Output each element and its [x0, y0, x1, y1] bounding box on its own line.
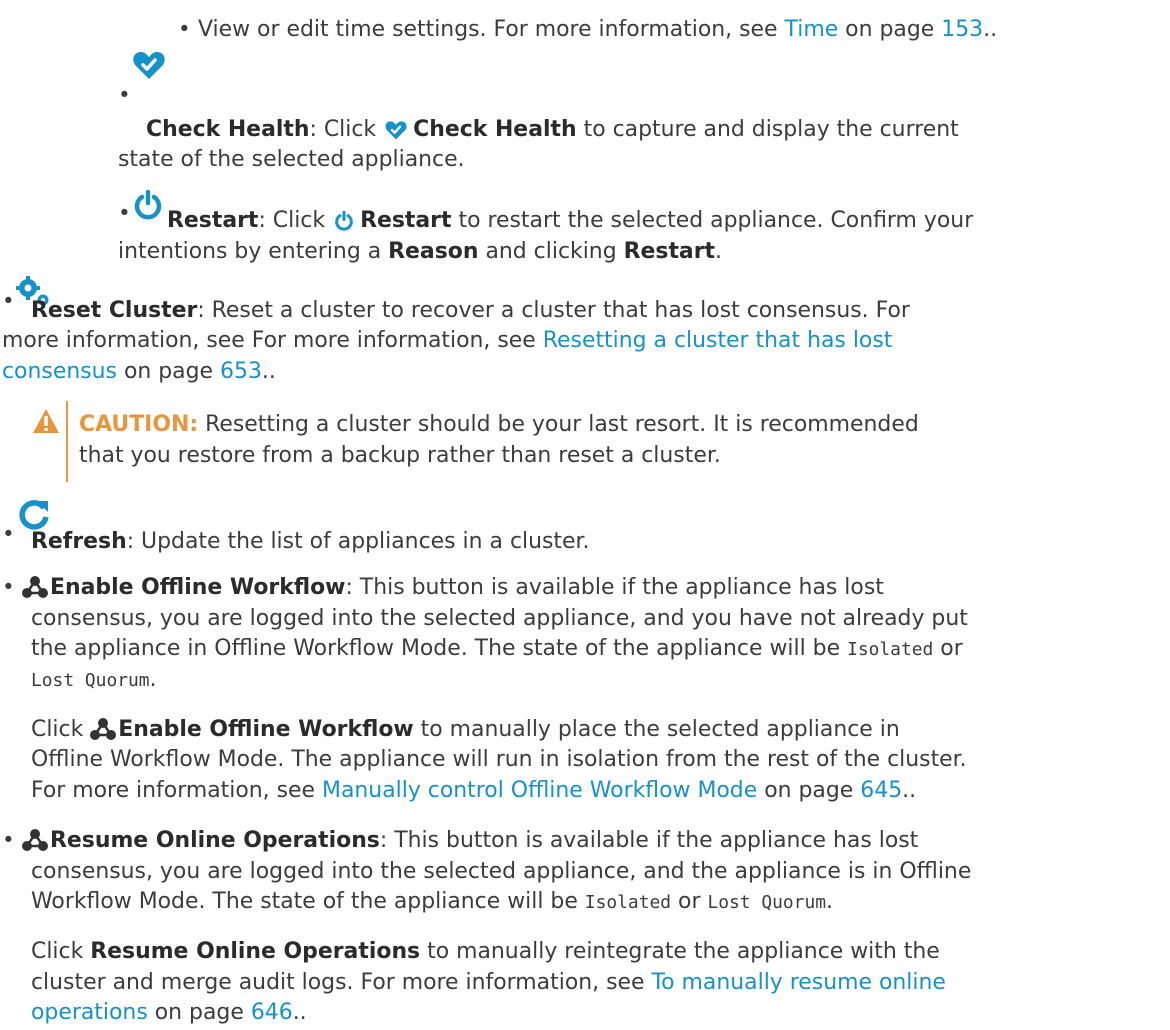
restart-text-2: intentions by entering a Reason and clic… — [118, 238, 723, 264]
check-health-text-2: state of the selected appliance. — [118, 147, 465, 173]
bullet-dot: • — [2, 575, 15, 601]
caution-text-2: that you restore from a backup rather th… — [79, 442, 721, 468]
reset-cluster-title: Reset Cluster — [31, 297, 198, 323]
heart-icon — [133, 52, 165, 80]
enable-offline-text-3: the appliance in Offline Workflow Mode. … — [31, 636, 963, 662]
caution-text-1: CAUTION: Resetting a cluster should be y… — [79, 412, 919, 438]
manual-offline-link[interactable]: Manually control Offline Workflow Mode — [322, 778, 757, 803]
enable-offline-title: Enable Offline Workflow — [50, 575, 346, 601]
power-icon — [134, 189, 162, 220]
refresh-text: Refresh: Update the list of appliances i… — [31, 528, 590, 554]
bullet-dot: • — [118, 201, 131, 226]
resume-online-text-1: Resume Online Operations: This button is… — [22, 824, 918, 858]
warning-icon — [33, 408, 59, 433]
time-page-link[interactable]: 153 — [941, 17, 983, 42]
heart-icon — [385, 121, 407, 140]
resume-online-link-cont[interactable]: operations — [31, 1000, 148, 1025]
caution-label: CAUTION: — [79, 412, 199, 438]
refresh-title: Refresh — [31, 528, 127, 554]
reset-cluster-text-3: consensus on page 653.. — [2, 358, 276, 384]
resume-online-text-2: consensus, you are logged into the selec… — [31, 858, 972, 884]
enable-offline-text-1: Enable Offline Workflow: This button is … — [22, 571, 884, 605]
reset-cluster-text-1: Reset Cluster: Reset a cluster to recove… — [31, 297, 910, 323]
check-health-text-1: Check Health: Click Check Health to capt… — [146, 116, 959, 142]
resume-online-p2-3: operations on page 646.. — [31, 1000, 307, 1025]
check-health-title: Check Health — [146, 116, 310, 142]
enable-offline-p2-1: Click Enable Offline Workflow to manuall… — [31, 716, 900, 742]
enable-offline-p2-3: For more information, see Manually contr… — [31, 777, 917, 803]
resume-online-p2-1: Click Resume Online Operations to manual… — [31, 939, 940, 965]
resetting-cluster-link-cont[interactable]: consensus — [2, 359, 117, 384]
bullet-dot: • — [118, 82, 131, 108]
resetting-cluster-link[interactable]: Resetting a cluster that has lost — [543, 328, 893, 353]
enable-offline-text-4: Lost Quorum. — [31, 666, 157, 692]
resume-online-link[interactable]: To manually resume online — [651, 970, 945, 995]
time-line: View or edit time settings. For more inf… — [198, 17, 998, 43]
resume-online-title: Resume Online Operations — [50, 828, 380, 853]
nodes-outline-icon — [22, 829, 48, 851]
enable-offline-text-2: consensus, you are logged into the selec… — [31, 605, 968, 631]
restart-title: Restart — [167, 208, 259, 234]
reset-cluster-page-link[interactable]: 653 — [220, 359, 262, 384]
bullet-dot: • — [2, 288, 15, 314]
resume-page-link[interactable]: 646 — [251, 1000, 293, 1025]
bullet-dot: • — [2, 521, 15, 547]
nodes-icon — [90, 717, 117, 740]
reset-cluster-text-2: more information, see For more informati… — [2, 328, 893, 354]
bullet-dot: • — [178, 17, 191, 43]
enable-offline-p2-2: Offline Workflow Mode. The appliance wil… — [31, 747, 967, 773]
power-icon — [335, 211, 353, 231]
bullet-dot: • — [2, 828, 15, 853]
resume-online-text-3: Workflow Mode. The state of the applianc… — [31, 888, 834, 914]
resume-online-p2-2: cluster and merge audit logs. For more i… — [31, 969, 946, 995]
time-link[interactable]: Time — [785, 17, 839, 42]
caution-bar — [66, 401, 68, 482]
restart-text-1: Restart: Click Restart to restart the se… — [167, 208, 974, 234]
nodes-icon — [22, 576, 48, 599]
offline-page-link[interactable]: 645 — [860, 778, 902, 803]
